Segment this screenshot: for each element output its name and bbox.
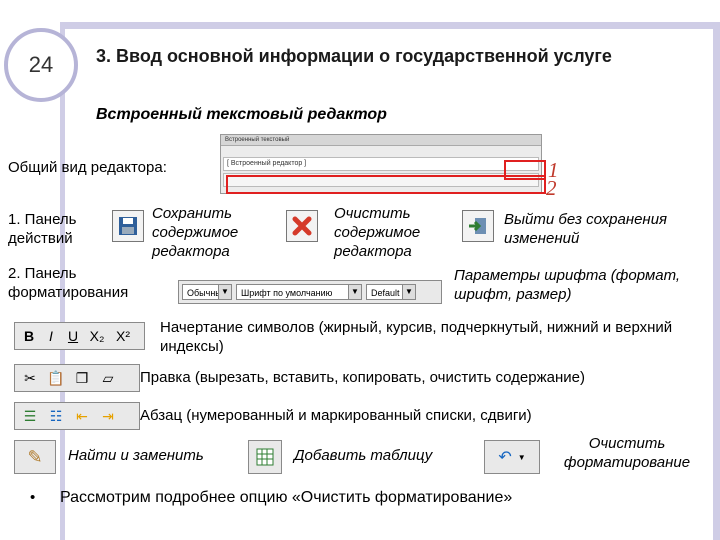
slide-title: 3. Ввод основной информации о государств… [96,46,612,66]
outdent-button[interactable]: ⇤ [71,405,93,427]
edit-toolbar: ✂ 📋 ❐ ▱ [14,364,140,392]
highlight-format-panel [226,175,546,194]
clear-content-tool-button[interactable]: ▱ [97,367,119,389]
save-desc: Сохранить содержимое редактора [152,205,239,260]
paste-button[interactable]: 📋 [45,367,67,389]
numbered-list-icon: ☰ [23,407,37,424]
superscript-button[interactable]: X² [110,325,136,347]
font-params-toolbar: Обычный ▼ Шрифт по умолчанию ▼ Default ▼ [178,280,442,304]
char-style-toolbar: B I U X₂ X² [14,322,145,350]
slide-number-badge: 24 [4,28,78,102]
paragraph-desc: Абзац (нумерованный и маркированный спис… [140,407,532,424]
format-select[interactable]: Обычный ▼ [182,284,232,300]
paragraph-toolbar: ☰ ☷ ⇤ ⇥ [14,402,140,430]
bulleted-list-icon: ☷ [49,407,63,424]
save-button[interactable] [112,210,144,242]
editor-preview-titlebar: Встроенный текстовый [221,135,541,146]
indent-icon: ⇥ [102,407,114,424]
italic-button[interactable]: I [40,325,62,347]
add-table-button[interactable] [248,440,282,474]
cut-button[interactable]: ✂ [19,367,41,389]
outdent-icon: ⇤ [76,407,88,424]
underline-button[interactable]: U [62,325,84,347]
red-x-icon [292,216,312,236]
paste-icon: 📋 [47,369,65,386]
clear-format-button[interactable]: ↶ ▼ [484,440,540,474]
find-replace-button[interactable]: ✎ [14,440,56,474]
scissors-icon: ✂ [24,369,36,386]
font-params-desc: Параметры шрифта (формат, шрифт, размер) [454,267,681,303]
exit-door-icon [469,218,486,234]
copy-icon: ❐ [75,369,89,386]
slide-subtitle: Встроенный текстовый редактор [96,106,387,123]
marker-2: 2 [546,176,557,200]
floppy-disk-icon [119,217,137,235]
eraser-icon: ▱ [102,369,114,386]
numbered-list-button[interactable]: ☰ [19,405,41,427]
add-table-desc: Добавить таблицу [294,447,433,464]
copy-button[interactable]: ❐ [71,367,93,389]
slide-number: 24 [28,52,54,77]
indent-button[interactable]: ⇥ [97,405,119,427]
slide-frame-right [713,22,720,540]
general-view-label: Общий вид редактора: [8,159,167,176]
bullet-text: Рассмотрим подробнее опцию «Очистить фор… [60,489,513,506]
size-select[interactable]: Default ▼ [366,284,416,300]
bullet-mark: • [30,489,36,506]
char-style-desc: Начертание символов (жирный, курсив, под… [160,319,673,355]
binoculars-icon: ✎ [27,446,43,467]
chevron-down-icon: ▼ [517,452,526,462]
clear-format-desc: Очистить форматирование [563,435,691,471]
exit-desc: Выйти без сохранения изменений [504,211,668,247]
editor-preview-content-row: [ Встроенный редактор ] [223,157,539,171]
edit-desc: Правка (вырезать, вставить, копировать, … [140,369,585,386]
font-select[interactable]: Шрифт по умолчанию ▼ [236,284,362,300]
table-icon [256,448,274,466]
bold-button[interactable]: B [18,325,40,347]
slide-frame-top [60,22,720,29]
find-replace-desc: Найти и заменить [68,447,204,464]
bulleted-list-button[interactable]: ☷ [45,405,67,427]
panel-format-label: 2. Панель форматирования [8,265,129,301]
clear-desc: Очистить содержимое редактора [334,205,421,260]
subscript-button[interactable]: X₂ [84,325,110,347]
panel-actions-label: 1. Панель действий [8,211,77,247]
clear-content-button[interactable] [286,210,318,242]
exit-without-saving-button[interactable] [462,210,494,242]
clear-format-icon: ↶ [498,449,512,466]
